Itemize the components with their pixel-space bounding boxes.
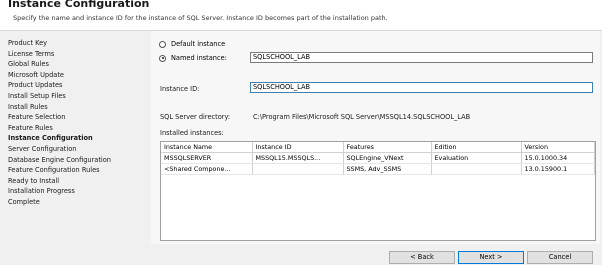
default-instance-label: Default instance — [171, 40, 226, 48]
sidebar-item-product-updates: Product Updates — [8, 81, 63, 90]
sidebar-item-product-key: Product Key — [8, 39, 48, 47]
cell-features: SQLEngine_VNext — [343, 152, 432, 164]
named-instance-option[interactable]: Named instance: — [159, 54, 227, 62]
footer-bar: < Back Next > Cancel — [0, 244, 602, 265]
column-header-version[interactable]: Version — [521, 142, 595, 153]
column-header-edition[interactable]: Edition — [431, 142, 522, 153]
column-header-features[interactable]: Features — [343, 142, 432, 153]
cell-features: SSMS, Adv_SSMS — [343, 163, 432, 175]
sidebar-item-microsoft-update: Microsoft Update — [8, 70, 64, 79]
sidebar-item-feature-configuration-rules: Feature Configuration Rules — [8, 166, 100, 175]
table-row[interactable]: MSSQLSERVER MSSQL15.MSSQLS... SQLEngine_… — [161, 152, 595, 164]
instance-id-input[interactable]: SQLSCHOOL_LAB — [250, 82, 593, 93]
installed-instances-label: Installed instances: — [160, 129, 224, 137]
sidebar-item-installation-progress: Installation Progress — [8, 187, 75, 196]
sidebar-item-database-engine-configuration: Database Engine Configuration — [8, 155, 111, 164]
cell-edition — [431, 163, 522, 175]
installed-instances-grid[interactable]: Instance Name Instance ID Features Editi… — [160, 141, 596, 241]
column-header-instance-id[interactable]: Instance ID — [252, 142, 344, 153]
cell-version: 15.0.1000.34 — [521, 152, 595, 164]
sidebar-item-install-setup-files: Install Setup Files — [8, 91, 66, 100]
installed-instances-table: Instance Name Instance ID Features Editi… — [161, 142, 595, 175]
instance-id-label: Instance ID: — [160, 85, 200, 93]
cancel-button[interactable]: Cancel — [527, 251, 593, 264]
cell-instance-id — [252, 163, 344, 175]
page-title: Instance Configuration — [8, 0, 150, 10]
default-instance-option[interactable]: Default instance — [159, 40, 225, 48]
cell-instance-name: <Shared Compone... — [161, 163, 253, 175]
sidebar-item-feature-selection: Feature Selection — [8, 113, 66, 122]
cell-instance-id: MSSQL15.MSSQLS... — [252, 152, 344, 164]
table-header-row: Instance Name Instance ID Features Editi… — [161, 142, 595, 153]
column-header-instance-name[interactable]: Instance Name — [161, 142, 253, 153]
named-instance-radio[interactable] — [159, 54, 166, 62]
step-sidebar: Product Key License Terms Global Rules M… — [0, 31, 150, 236]
main-panel: Default instance Named instance: SQLSCHO… — [151, 31, 600, 244]
sidebar-item-complete: Complete — [8, 197, 40, 206]
page-subtitle: Specify the name and instance ID for the… — [13, 14, 388, 22]
named-instance-label: Named instance: — [171, 54, 227, 62]
sql-server-directory-value: C:\Program Files\Microsoft SQL Server\MS… — [253, 113, 471, 121]
step-list: Product Key License Terms Global Rules M… — [8, 38, 111, 208]
cell-version: 13.0.15900.1 — [521, 163, 595, 175]
sidebar-item-instance-configuration: Instance Configuration — [8, 134, 93, 143]
page-header: Instance Configuration Specify the name … — [0, 0, 602, 31]
cell-edition: Evaluation — [431, 152, 522, 164]
table-row[interactable]: <Shared Compone... SSMS, Adv_SSMS 13.0.1… — [161, 163, 595, 175]
sidebar-item-server-configuration: Server Configuration — [8, 144, 77, 153]
sidebar-item-global-rules: Global Rules — [8, 60, 49, 69]
next-button[interactable]: Next > — [458, 251, 524, 264]
cell-instance-name: MSSQLSERVER — [161, 152, 253, 164]
sidebar-item-install-rules: Install Rules — [8, 102, 48, 111]
sidebar-item-license-terms: License Terms — [8, 49, 55, 58]
sql-server-directory-label: SQL Server directory: — [160, 113, 231, 121]
sidebar-item-feature-rules: Feature Rules — [8, 123, 53, 132]
back-button[interactable]: < Back — [389, 251, 455, 264]
named-instance-input[interactable]: SQLSCHOOL_LAB — [250, 52, 593, 63]
default-instance-radio[interactable] — [159, 40, 166, 48]
sidebar-item-ready-to-install: Ready to Install — [8, 176, 60, 185]
